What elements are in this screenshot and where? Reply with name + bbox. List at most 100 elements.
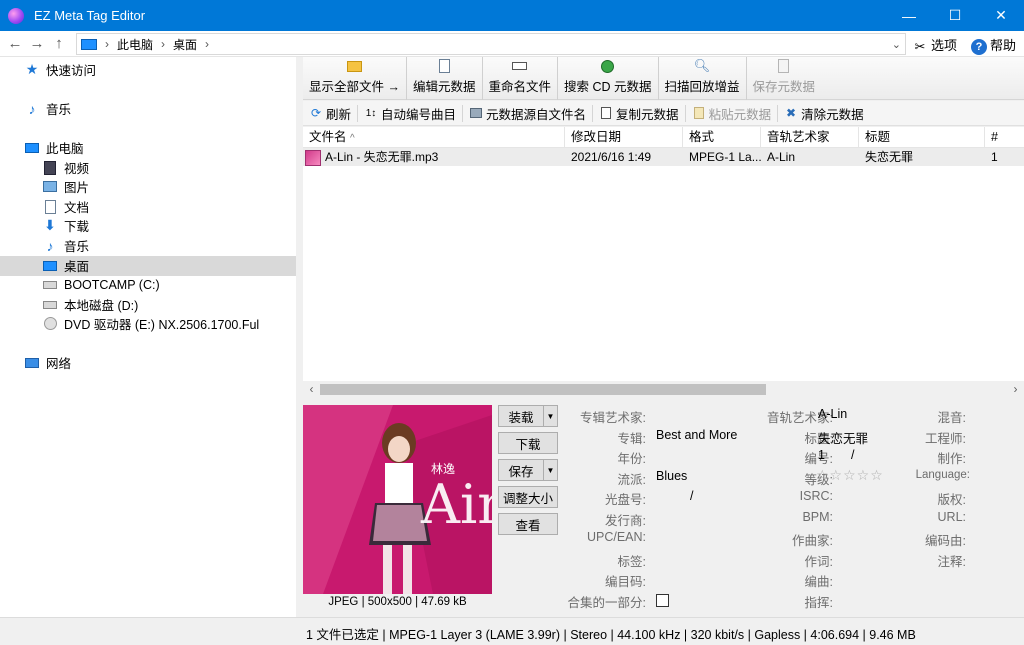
up-arrow-icon[interactable]: ↑ [48,35,70,52]
nav-this-pc[interactable]: 此电脑 [24,138,84,157]
paste-icon [692,106,706,120]
save-artwork-button[interactable]: 保存 ▼ [498,459,558,481]
show-all-files-button[interactable]: 显示全部文件 → [303,57,407,100]
year-label: 年份: [617,452,646,466]
url-label: URL: [937,510,966,524]
breadcrumb-desktop[interactable]: 桌面 [173,36,197,53]
nav-music-top[interactable]: ♪ 音乐 [24,99,72,118]
forward-arrow-icon[interactable]: → [26,35,48,52]
metadata-from-filename-button[interactable]: 元数据源自文件名 [463,104,594,122]
cell-artist: A-Lin [767,150,796,164]
copy-metadata-button[interactable]: 复制元数据 [593,104,686,122]
cell-format: MPEG-1 La... [689,150,761,164]
close-button[interactable]: ✕ [978,0,1024,31]
conductor-label: 指挥: [804,596,833,610]
scan-replaygain-button[interactable]: 🔍︎ 扫描回放增益 [659,57,747,100]
load-artwork-button[interactable]: 装载 ▼ [498,405,558,427]
paste-metadata-button[interactable]: 粘贴元数据 [686,104,779,122]
metadata-panel: Ain 林逸 JPEG | 500x500 | 47.69 kB 装载▼ 下载 … [303,399,1024,613]
minimize-button[interactable]: — [886,0,932,31]
compilation-checkbox[interactable] [656,594,669,607]
download-artwork-button[interactable]: 下载 [498,432,558,454]
navigation-pane: ★ 快速访问 ♪ 音乐 此电脑 视频 图片 文档 ⬇ 下载 ♪ 音乐 桌面 BOOTCA… [0,57,296,617]
pane-splitter[interactable] [296,57,303,617]
column-modified[interactable]: 修改日期 [565,127,683,148]
nav-dvd-drive[interactable]: DVD 驱动器 (E:) NX.2506.1700.Ful [42,314,259,333]
column-title[interactable]: 标题 [859,127,985,148]
cover-subtitle-text: 林逸 [431,462,455,476]
upc-label: UPC/EAN: [586,530,646,544]
dropdown-arrow-icon[interactable]: ▼ [543,460,557,480]
table-row[interactable]: A-Lin - 失恋无罪.mp3 2021/6/16 1:49 MPEG-1 L… [303,148,1024,166]
scroll-left-icon[interactable]: ‹ [303,381,320,398]
nav-quick-access[interactable]: ★ 快速访问 [24,60,96,79]
drive-icon [42,297,58,313]
resize-artwork-button[interactable]: 调整大小 [498,486,558,508]
genre-field[interactable]: Blues [656,469,687,483]
document-icon [42,199,58,215]
nav-bootcamp-drive[interactable]: BOOTCAMP (C:) [42,275,160,294]
rating-stars-icon[interactable]: ☆☆☆☆☆ [816,467,884,484]
track-artist-field[interactable]: A-Lin [818,407,847,421]
cell-number: 1 [991,150,998,164]
status-bar: 1 文件已选定 | MPEG-1 Layer 3 (LAME 3.99r) | … [0,617,1024,645]
music-note-icon: ♪ [28,100,36,117]
options-button[interactable]: ✂ 选项 [912,35,957,55]
nav-downloads[interactable]: ⬇ 下载 [42,216,89,235]
scrollbar-thumb[interactable] [320,384,766,395]
cell-filename: A-Lin - 失恋无罪.mp3 [303,148,565,166]
horizontal-scrollbar[interactable]: ‹ › [303,381,1024,398]
mixer-label: 混音: [937,411,966,425]
column-filename[interactable]: 文件名 ^ [303,127,565,148]
nav-desktop[interactable]: 桌面 [42,256,89,275]
folder-icon [346,58,362,74]
nav-documents[interactable]: 文档 [42,197,89,216]
rename-file-button[interactable]: 重命名文件 [483,57,559,100]
cell-title: 失恋无罪 [865,150,914,164]
nav-videos[interactable]: 视频 [42,158,89,177]
scroll-right-icon[interactable]: › [1007,381,1024,398]
edit-metadata-button[interactable]: 编辑元数据 [407,57,483,100]
address-dropdown-icon[interactable]: ⌄ [892,38,901,51]
breadcrumb-this-pc[interactable]: 此电脑 [117,36,153,53]
search-cd-metadata-button[interactable]: 搜索 CD 元数据 [558,57,659,100]
album-label: 专辑: [617,432,646,446]
album-field[interactable]: Best and More [656,428,737,442]
save-metadata-button[interactable]: 保存元数据 [747,57,822,100]
app-icon [8,7,24,24]
album-artist-label: 专辑艺术家: [580,411,646,425]
column-track-artist[interactable]: 音轨艺术家 [761,127,859,148]
nav-network[interactable]: 网络 [24,353,71,372]
music-note-icon: ♪ [46,237,54,254]
breadcrumb-separator: › [161,37,166,51]
tools-icon: ✂ [914,38,926,54]
column-format[interactable]: 格式 [683,127,761,148]
back-arrow-icon[interactable]: ← [4,35,26,52]
auto-number-button[interactable]: 1↕ 自动编号曲目 [358,104,464,122]
clear-x-icon: ✖ [786,106,797,120]
nav-pictures[interactable]: 图片 [42,177,89,196]
refresh-icon: ⟳ [310,106,322,120]
nav-local-disk[interactable]: 本地磁盘 (D:) [42,295,138,314]
clear-metadata-button[interactable]: ✖ 清除元数据 [778,105,870,122]
nav-music[interactable]: ♪ 音乐 [42,236,90,255]
edit-document-icon [436,58,452,74]
album-cover[interactable]: Ain 林逸 [303,405,492,594]
file-list-header: 文件名 ^ 修改日期 格式 音轨艺术家 标题 # [303,127,1024,148]
column-track-number[interactable]: # [985,127,1024,148]
maximize-button[interactable]: ☐ [932,0,978,31]
refresh-button[interactable]: ⟳ 刷新 [303,104,359,122]
file-list: 文件名 ^ 修改日期 格式 音轨艺术家 标题 # A-Lin - 失恋无罪.mp… [303,127,1024,381]
engineer-label: 工程师: [925,432,966,446]
help-icon: ? [970,38,987,55]
view-artwork-button[interactable]: 查看 [498,513,558,535]
help-button[interactable]: ? 帮助 [970,35,1016,55]
address-field[interactable]: › 此电脑 › 桌面 › ⌄ [76,33,906,55]
title-field[interactable]: 失恋无罪 [818,428,868,447]
disc-field[interactable]: / [690,489,693,503]
address-bar: ← → ↑ › 此电脑 › 桌面 › ⌄ ✂ 选项 ? 帮助 [0,31,1024,57]
dropdown-arrow-icon[interactable]: ▼ [543,406,557,426]
disc-label: 光盘号: [605,493,646,507]
catalog-label: 编目码: [605,575,646,589]
number-field[interactable]: 1 [818,448,825,462]
